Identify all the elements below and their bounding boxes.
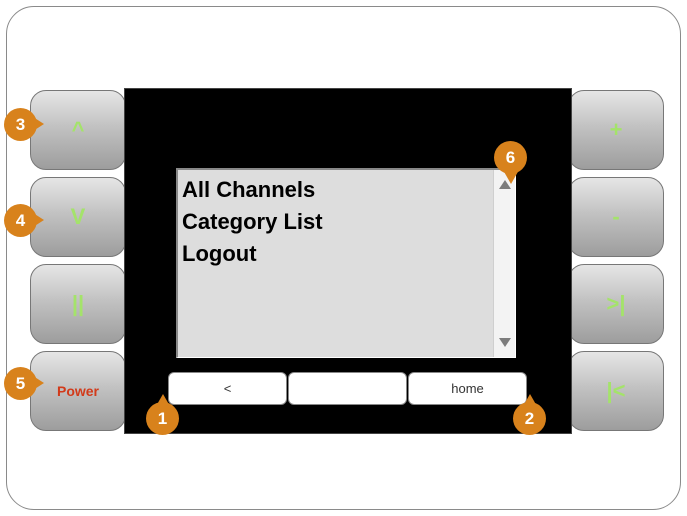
pause-label: || [71, 291, 85, 316]
pause-button[interactable]: || [30, 264, 126, 344]
callout-marker-1: 1 [146, 402, 179, 435]
volume-down-button[interactable]: - [568, 177, 664, 257]
previous-button[interactable]: |< [568, 351, 664, 431]
power-button[interactable]: Power [30, 351, 126, 431]
home-softkey[interactable]: home [408, 372, 527, 405]
previous-label: |< [606, 378, 626, 403]
callout-marker-6: 6 [494, 141, 527, 174]
list-item[interactable]: Category List [182, 206, 323, 238]
scroll-down-arrow-icon[interactable] [499, 338, 511, 347]
scrollbar[interactable] [493, 170, 515, 357]
menu-list: All Channels Category List Logout [176, 168, 516, 358]
callout-marker-4: 4 [4, 204, 37, 237]
callout-marker-2: 2 [513, 402, 546, 435]
back-softkey[interactable]: < [168, 372, 287, 405]
middle-softkey[interactable] [288, 372, 407, 405]
list-item[interactable]: Logout [182, 238, 323, 270]
callout-marker-5: 5 [4, 367, 37, 400]
minus-label: - [612, 204, 620, 229]
up-button[interactable]: ^ [30, 90, 126, 170]
list-item[interactable]: All Channels [182, 174, 323, 206]
next-button[interactable]: >| [568, 264, 664, 344]
up-label: ^ [71, 117, 85, 142]
callout-marker-3: 3 [4, 108, 37, 141]
down-button[interactable]: V [30, 177, 126, 257]
plus-label: + [609, 117, 623, 142]
down-label: V [70, 204, 86, 229]
next-label: >| [606, 291, 626, 316]
volume-up-button[interactable]: + [568, 90, 664, 170]
power-label: Power [56, 383, 99, 399]
